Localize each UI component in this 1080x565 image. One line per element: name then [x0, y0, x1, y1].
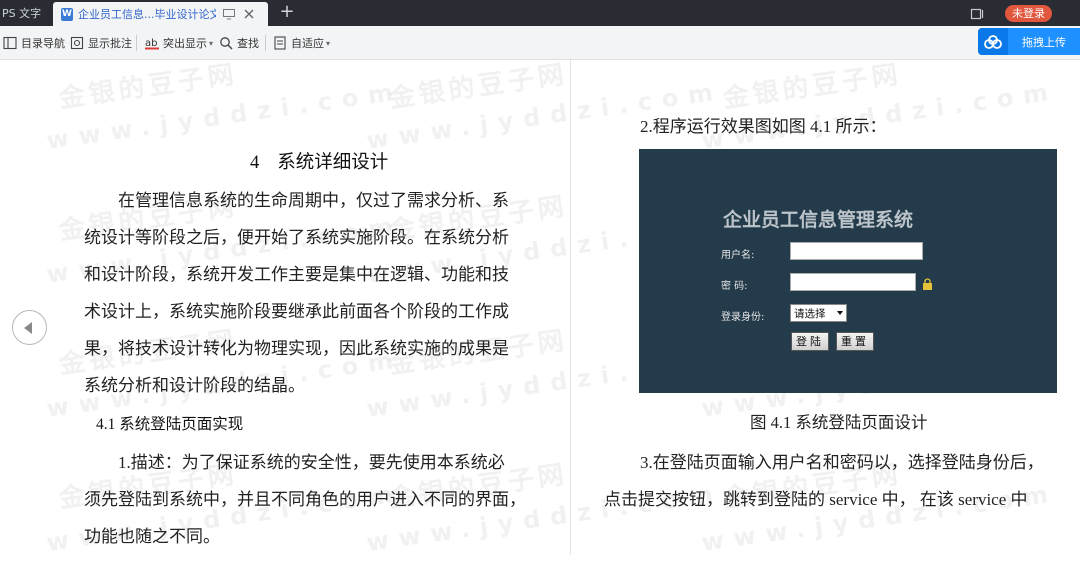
watermark-cn: 金银的豆子网 [57, 60, 240, 115]
reader-toolbar: 目录导航 显示批注 ab 突出显示 ▾ 查找 自适应 ▾ [0, 26, 1080, 60]
lock-icon [922, 275, 933, 290]
login-status-badge[interactable]: 未登录 [1005, 5, 1052, 22]
role-select-value: 请选择 [794, 307, 826, 320]
cloud-icon [978, 28, 1008, 55]
outline-nav-button[interactable]: 目录导航 [3, 35, 65, 51]
drag-upload-button[interactable]: 拖拽上传 [978, 28, 1080, 55]
body-line: 统设计等阶段之后，便开始了系统实施阶段。在系统分析 [84, 228, 509, 247]
fit-page-button[interactable]: 自适应 ▾ [273, 35, 330, 51]
login-screenshot-figure: 企业员工信息管理系统 用户名: 密 码: 登录身份: 请选择 登陆 重置 [639, 149, 1057, 393]
role-label: 登录身份: [721, 312, 765, 323]
figure-system-title: 企业员工信息管理系统 [723, 209, 914, 231]
highlight-button[interactable]: ab 突出显示 ▾ [145, 35, 213, 51]
comment-icon [70, 36, 84, 50]
role-select: 请选择 [790, 304, 847, 322]
document-tab-label: 企业员工信息...毕业设计论文 [78, 8, 216, 21]
find-label: 查找 [237, 37, 259, 50]
password-label: 密 码: [721, 281, 748, 292]
tab-bar: PS 文字 W 企业员工信息...毕业设计论文 + 未登录 [0, 0, 1080, 26]
chapter-title-text: 系统详细设计 [277, 153, 389, 173]
figure-login-button: 登陆 [791, 332, 829, 351]
body-line: 术设计上，系统实施阶段要继承此前面各个阶段的工作成 [84, 302, 509, 321]
writer-doc-icon: W [61, 7, 73, 21]
chapter-title: 4 系统详细设计 [250, 148, 388, 174]
fit-page-label: 自适应 [291, 37, 324, 50]
username-label: 用户名: [721, 250, 755, 261]
outline-icon [3, 36, 17, 50]
chevron-down-icon: ▾ [209, 38, 214, 48]
watermark-en: www.jyddzi.com [44, 77, 405, 155]
toolbar-separator [136, 35, 137, 51]
body-line: 在管理信息系统的生命周期中，仅过了需求分析、系 [118, 191, 509, 210]
monitor-icon[interactable] [222, 7, 236, 21]
document-tab[interactable]: W 企业员工信息...毕业设计论文 [53, 2, 268, 26]
chapter-number: 4 [250, 153, 260, 173]
chevron-down-icon [837, 311, 843, 315]
body-line: 系统分析和设计阶段的结晶。 [84, 376, 305, 395]
watermark-cn: 金银的豆子网 [387, 60, 570, 115]
document-spread: 金银的豆子网 www.jyddzi.com 金银的豆子网 www.jyddzi.… [0, 60, 1080, 565]
drag-upload-label: 拖拽上传 [1022, 35, 1066, 49]
body-line: 果，将技术设计转化为物理实现，因此系统实施的成果是 [84, 339, 509, 358]
watermark-cn: 金银的豆子网 [721, 60, 904, 115]
figure-intro-line: 2.程序运行效果图如图 4.1 所示： [640, 117, 887, 136]
chevron-down-icon: ▾ [326, 38, 331, 48]
previous-page-button[interactable] [12, 310, 47, 345]
username-field [790, 242, 923, 260]
highlight-label: 突出显示 [163, 37, 207, 50]
close-tab-icon[interactable] [242, 7, 256, 21]
figure-caption: 图 4.1 系统登陆页面设计 [750, 413, 928, 432]
search-icon [219, 36, 233, 50]
body-line: 3.在登陆页面输入用户名和密码以，选择登陆身份后， [640, 453, 1044, 472]
password-field [790, 273, 916, 291]
find-button[interactable]: 查找 [219, 35, 259, 51]
highlight-icon: ab [145, 36, 159, 50]
window-mode-icon[interactable] [970, 6, 984, 20]
body-line: 功能也随之不同。 [84, 527, 220, 546]
toolbar-separator [265, 35, 266, 51]
show-comments-label: 显示批注 [88, 37, 132, 50]
app-tab[interactable]: PS 文字 [0, 0, 49, 26]
outline-nav-label: 目录导航 [21, 37, 65, 50]
show-comments-button[interactable]: 显示批注 [70, 35, 132, 51]
body-line: 和设计阶段，系统开发工作主要是集中在逻辑、功能和技 [84, 265, 509, 284]
page-divider [570, 60, 571, 555]
new-tab-button[interactable]: + [276, 2, 298, 24]
body-line: 1.描述：为了保证系统的安全性，要先使用本系统必 [118, 453, 505, 472]
figure-reset-button: 重置 [836, 332, 874, 351]
fit-page-icon [273, 36, 287, 50]
section-title: 4.1 系统登陆页面实现 [96, 416, 244, 433]
svg-text:ab: ab [145, 38, 157, 49]
body-line: 须先登陆到系统中，并且不同角色的用户进入不同的界面， [84, 490, 526, 509]
chevron-left-icon [24, 321, 32, 334]
body-line: 点击提交按钮，跳转到登陆的 service 中， 在该 service 中 [604, 490, 1028, 509]
app-tab-label: PS 文字 [2, 7, 42, 20]
